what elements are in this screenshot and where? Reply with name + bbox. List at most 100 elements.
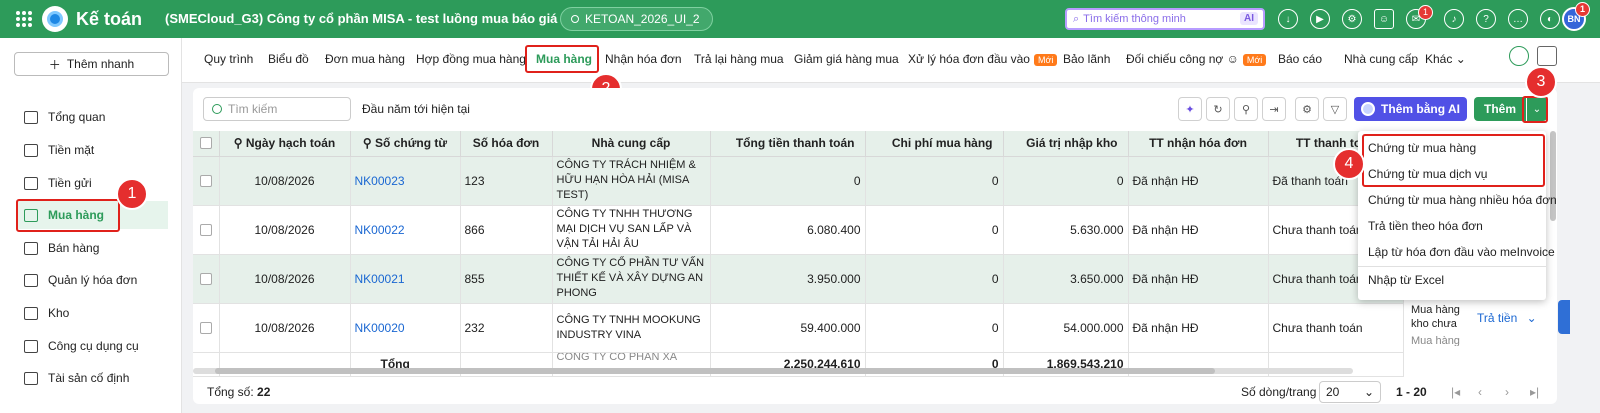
cell-vendor: CÔNG TY TNHH MOOKUNG INDUSTRY VINA	[552, 303, 711, 353]
table-search-input[interactable]: Tìm kiếm	[203, 97, 351, 121]
quick-add-button[interactable]: ＋ Thêm nhanh	[14, 52, 169, 76]
ai-sparkle-icon[interactable]: ✦	[1178, 97, 1202, 121]
cell-voucher-link[interactable]: NK00021	[350, 254, 461, 304]
select-all-checkbox[interactable]	[199, 137, 212, 150]
tab-debt-reconciliation[interactable]: Đối chiếu công nợ ☺ Mới	[1126, 52, 1267, 66]
filter-icon[interactable]: ▽	[1323, 97, 1347, 121]
app-name: Kế toán	[76, 9, 143, 29]
rows-per-page-label: Số dòng/trang	[1241, 385, 1317, 399]
col-purchase-cost[interactable]: Chi phí mua hàng	[865, 131, 1004, 157]
cell-total: 59.400.000	[710, 303, 866, 353]
lightbulb-icon[interactable]	[1509, 46, 1529, 66]
menu-item-import-excel[interactable]: Nhập từ Excel	[1368, 273, 1444, 287]
company-selector[interactable]: (SMECloud_G3) Công ty cổ phần MISA - tes…	[165, 11, 600, 27]
tab-receive-invoice[interactable]: Nhận hóa đơn	[605, 52, 682, 66]
tab-chart[interactable]: Biểu đồ	[268, 52, 309, 66]
top-bar: Kế toán (SMECloud_G3) Công ty cổ phần MI…	[0, 0, 1600, 38]
prev-page-icon[interactable]: ‹	[1478, 385, 1482, 399]
settings-icon[interactable]: ◐	[1540, 9, 1560, 29]
cell-voucher-link[interactable]: NK00020	[350, 303, 461, 353]
help-icon[interactable]: ?	[1476, 9, 1496, 29]
sidebar-item-invoice-management[interactable]: Quản lý hóa đơn	[16, 266, 168, 294]
last-page-icon[interactable]: ▸|	[1530, 385, 1539, 399]
row-checkbox[interactable]	[199, 174, 212, 187]
annotation-box-sidebar	[16, 199, 120, 232]
sidebar-item-tools[interactable]: Công cụ dụng cụ	[16, 332, 168, 360]
cell-voucher-link[interactable]: NK00023	[350, 156, 461, 206]
scrollbar-thumb[interactable]	[215, 368, 1215, 374]
cell-stock: 0	[1003, 156, 1129, 206]
sidebar-item-label: Quản lý hóa đơn	[48, 273, 138, 287]
first-page-icon[interactable]: |◂	[1451, 385, 1460, 399]
next-page-icon[interactable]: ›	[1505, 385, 1509, 399]
cell-total: 0	[710, 156, 866, 206]
database-tag[interactable]: KETOAN_2026_UI_2	[560, 7, 713, 31]
sidebar-item-label: Tổng quan	[48, 110, 106, 124]
horizontal-scrollbar[interactable]	[193, 368, 1353, 374]
cell-stock: 5.630.000	[1003, 205, 1129, 255]
user-profile-icon[interactable]: ☺	[1374, 9, 1394, 29]
table-row[interactable]: 10/08/2026 NK00021 855 CÔNG TY CỔ PHẦN T…	[193, 254, 1404, 304]
add-with-ai-button[interactable]: Thêm bằng AI	[1354, 97, 1467, 121]
col-total-payment[interactable]: Tổng tiền thanh toán	[710, 131, 866, 157]
sidebar-item-fixed-assets[interactable]: Tài sản cố định	[16, 364, 168, 392]
rows-per-page-select[interactable]: 20 ⌄	[1319, 381, 1381, 403]
tab-purchase-discount[interactable]: Giảm giá hàng mua	[794, 52, 899, 66]
app-grid-icon[interactable]	[16, 11, 32, 27]
col-posting-date[interactable]: ⚲ Ngày hạch toán	[219, 131, 351, 157]
tools-icon	[24, 339, 38, 353]
vertical-scrollbar[interactable]	[1550, 131, 1556, 221]
chat-icon[interactable]: ✉ 1	[1406, 5, 1433, 29]
tab-more[interactable]: Khác ⌄	[1425, 52, 1466, 66]
cell-stock: 3.650.000	[1003, 254, 1129, 304]
export-icon[interactable]: ⇥	[1262, 97, 1286, 121]
tab-guarantee[interactable]: Bảo lãnh	[1063, 52, 1110, 66]
tab-purchase-return[interactable]: Trả lại hàng mua	[694, 52, 784, 66]
sidebar-item-overview[interactable]: Tổng quan	[16, 103, 168, 131]
cell-voucher-link[interactable]: NK00022	[350, 205, 461, 255]
sidebar-item-label: Tiền gửi	[48, 176, 92, 190]
smart-search-input[interactable]: ⌕ Tìm kiếm thông minh AI	[1065, 8, 1265, 30]
bell-icon[interactable]: ♪	[1444, 9, 1464, 29]
play-icon[interactable]: ▶	[1310, 9, 1330, 29]
sidebar-item-label: Tiền mặt	[48, 143, 95, 157]
menu-item-from-meinvoice[interactable]: Lập từ hóa đơn đầu vào meInvoice	[1368, 245, 1555, 259]
side-panel-handle[interactable]	[1558, 300, 1570, 334]
sidebar-item-warehouse[interactable]: Kho	[16, 299, 168, 327]
col-stock-value[interactable]: Giá trị nhập kho	[1003, 131, 1129, 157]
tab-process[interactable]: Quy trình	[204, 52, 253, 66]
table-row[interactable]: 10/08/2026 NK00020 232 CÔNG TY TNHH MOOK…	[193, 303, 1404, 353]
tab-purchase-order[interactable]: Đơn mua hàng	[325, 52, 405, 66]
sidebar-item-cash[interactable]: Tiền mặt	[16, 136, 168, 164]
select-all-cell[interactable]	[193, 131, 220, 157]
table-row[interactable]: 10/08/2026 NK00023 123 CÔNG TY TRÁCH NHI…	[193, 156, 1404, 206]
tab-vendors[interactable]: Nhà cung cấp	[1344, 52, 1418, 66]
add-button[interactable]: Thêm	[1474, 97, 1526, 121]
pin-icon[interactable]: ⚲	[1234, 97, 1258, 121]
row-checkbox[interactable]	[199, 223, 212, 236]
menu-item-multi-invoice-voucher[interactable]: Chứng từ mua hàng nhiều hóa đơn	[1368, 193, 1557, 207]
tab-reports[interactable]: Báo cáo	[1278, 52, 1322, 66]
chevron-down-icon: ⌄	[1526, 311, 1537, 325]
gear-icon[interactable]: ⚙	[1342, 9, 1362, 29]
table-row[interactable]: 10/08/2026 NK00022 866 CÔNG TY TNHH THƯƠ…	[193, 205, 1404, 255]
tab-purchase-contract[interactable]: Hợp đồng mua hàng	[416, 52, 526, 66]
menu-item-pay-by-invoice[interactable]: Trả tiền theo hóa đơn	[1368, 219, 1483, 233]
col-voucher-no[interactable]: ⚲ Số chứng từ	[350, 131, 461, 157]
avatar[interactable]: BN 1	[1562, 2, 1590, 31]
more-icon[interactable]: …	[1508, 9, 1528, 29]
tab-input-invoice[interactable]: Xử lý hóa đơn đầu vào Mới	[908, 52, 1058, 66]
refresh-icon[interactable]: ↻	[1206, 97, 1230, 121]
col-invoice-status[interactable]: TT nhận hóa đơn	[1128, 131, 1269, 157]
row-checkbox[interactable]	[199, 321, 212, 334]
gear-icon[interactable]: ⚙	[1295, 97, 1319, 121]
col-vendor[interactable]: Nhà cung cấp	[552, 131, 711, 157]
period-filter[interactable]: Đầu năm tới hiện tại	[362, 102, 470, 116]
sidebar-item-sales[interactable]: Bán hàng	[16, 234, 168, 262]
pay-action-link[interactable]: Trả tiền ⌄	[1477, 311, 1537, 325]
row-checkbox[interactable]	[199, 272, 212, 285]
rows-per-page-value: 20	[1326, 385, 1340, 399]
sliders-icon[interactable]	[1537, 46, 1557, 66]
download-icon[interactable]: ↓	[1278, 9, 1298, 29]
col-invoice-no[interactable]: Số hóa đơn	[460, 131, 553, 157]
